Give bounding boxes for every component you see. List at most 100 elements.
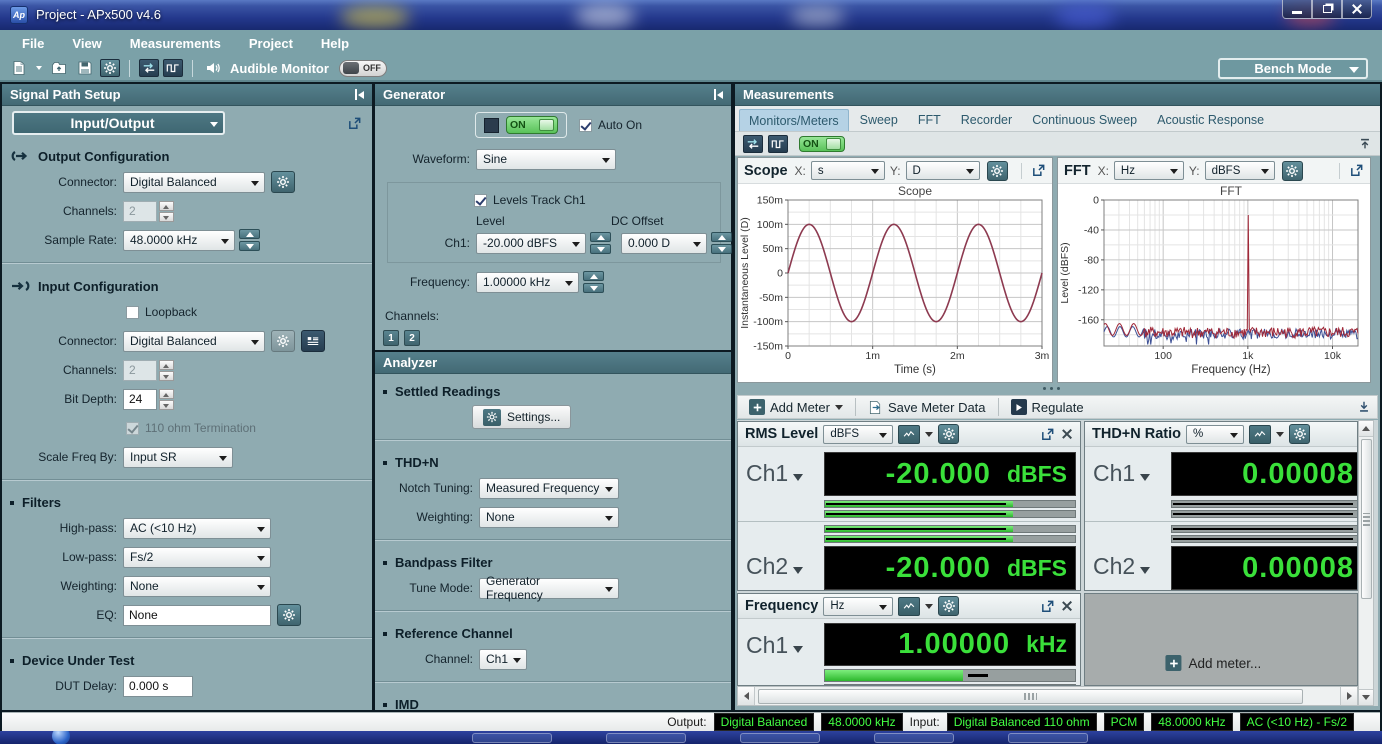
signal-path-button[interactable] [139, 59, 159, 77]
fft-settings-button[interactable] [1282, 161, 1303, 181]
frequency-unit-dropdown[interactable]: Hz [823, 597, 893, 616]
taskbar-button[interactable] [874, 733, 954, 743]
fft-x-unit-dropdown[interactable]: Hz [1114, 161, 1184, 180]
rms-unit-dropdown[interactable]: dBFS [823, 425, 893, 444]
meter-style-button[interactable] [898, 425, 920, 444]
add-meter-tile-button[interactable]: Add meter... [1165, 655, 1261, 671]
taskbar-button[interactable] [1008, 733, 1088, 743]
generator-stop-button[interactable] [484, 118, 499, 133]
frequency-dropdown[interactable]: 1.00000 kHz [476, 272, 579, 293]
analyzer-weighting-dropdown[interactable]: None [479, 507, 619, 528]
eq-settings-button[interactable] [277, 604, 301, 626]
popout-icon[interactable] [347, 116, 362, 131]
dc-offset-stepper[interactable] [711, 232, 732, 254]
fft-y-unit-dropdown[interactable]: dBFS [1205, 161, 1275, 180]
scroll-down-button[interactable] [1359, 689, 1373, 705]
frequency-ch1-selector[interactable]: Ch1 [746, 632, 803, 659]
rms-ch1-selector[interactable]: Ch1 [746, 460, 803, 487]
settings-gear-button[interactable] [100, 59, 120, 77]
input-connector-settings-button[interactable] [271, 330, 295, 352]
waveform-icon[interactable] [768, 135, 788, 153]
scroll-right-button[interactable] [1340, 687, 1357, 705]
notch-tuning-dropdown[interactable]: Measured Frequency [479, 478, 619, 499]
save-project-button[interactable] [74, 58, 96, 78]
rms-close-icon[interactable] [1060, 428, 1073, 441]
monitors-on-toggle[interactable]: ON [799, 136, 845, 152]
channel-1-button[interactable]: 1 [383, 330, 399, 346]
scope-settings-button[interactable] [987, 161, 1008, 181]
taskbar-button[interactable] [606, 733, 686, 743]
fft-popout-icon[interactable] [1349, 163, 1364, 178]
channel-2-button[interactable]: 2 [404, 330, 420, 346]
tab-continuous-sweep[interactable]: Continuous Sweep [1023, 109, 1146, 131]
menu-help[interactable]: Help [321, 36, 349, 51]
frequency-stepper[interactable] [583, 271, 604, 293]
thdn-ch1-selector[interactable]: Ch1 [1093, 460, 1150, 487]
meter-style-button[interactable] [898, 597, 920, 616]
taskbar-button[interactable] [472, 733, 552, 743]
levels-track-checkbox[interactable] [474, 194, 487, 207]
frequency-close-icon[interactable] [1060, 600, 1073, 613]
tune-mode-dropdown[interactable]: Generator Frequency [479, 578, 619, 599]
meter-style-button[interactable] [1249, 425, 1271, 444]
thdn-unit-dropdown[interactable]: % [1186, 425, 1244, 444]
frequency-popout-icon[interactable] [1040, 599, 1055, 614]
settled-readings-settings-button[interactable]: Settings... [472, 405, 571, 429]
chevron-down-icon[interactable] [36, 66, 42, 70]
level-stepper[interactable] [590, 232, 611, 254]
scrollbar-thumb[interactable] [1361, 439, 1372, 599]
menu-project[interactable]: Project [249, 36, 293, 51]
tab-acoustic-response[interactable]: Acoustic Response [1148, 109, 1273, 131]
restore-button[interactable] [1312, 0, 1342, 19]
menu-view[interactable]: View [72, 36, 101, 51]
eq-input[interactable]: None [123, 605, 271, 626]
pin-down-icon[interactable] [1357, 400, 1371, 414]
tab-monitors-meters[interactable]: Monitors/Meters [739, 109, 849, 131]
close-button[interactable] [1342, 0, 1372, 19]
rms-settings-button[interactable] [938, 424, 959, 444]
scope-popout-icon[interactable] [1031, 163, 1046, 178]
splitter-handle[interactable] [1043, 387, 1060, 390]
start-button[interactable] [52, 731, 70, 744]
sample-rate-dropdown[interactable]: 48.0000 kHz [123, 230, 235, 251]
frequency-settings-button[interactable] [938, 596, 959, 616]
output-connector-dropdown[interactable]: Digital Balanced [123, 172, 265, 193]
tab-recorder[interactable]: Recorder [952, 109, 1021, 131]
sample-rate-stepper[interactable] [239, 229, 260, 251]
taskbar-button[interactable] [740, 733, 820, 743]
thdn-ch2-selector[interactable]: Ch2 [1093, 553, 1150, 580]
speaker-icon[interactable] [202, 58, 224, 78]
save-meter-data-button[interactable]: Save Meter Data [863, 398, 991, 417]
scroll-left-button[interactable] [738, 687, 755, 705]
signal-path-icon[interactable] [743, 135, 763, 153]
audible-monitor-toggle[interactable]: OFF [339, 60, 387, 77]
rms-ch2-selector[interactable]: Ch2 [746, 553, 803, 580]
tab-sweep[interactable]: Sweep [851, 109, 907, 131]
level-dropdown[interactable]: -20.000 dBFS [476, 233, 586, 254]
waveform-dropdown[interactable]: Sine [476, 149, 616, 170]
dc-offset-dropdown[interactable]: 0.000 D [621, 233, 707, 254]
reference-channel-dropdown[interactable]: Ch1 [479, 649, 527, 670]
scope-x-unit-dropdown[interactable]: s [811, 161, 885, 180]
scroll-up-button[interactable] [1359, 421, 1373, 437]
rms-popout-icon[interactable] [1040, 427, 1055, 442]
weighting-dropdown[interactable]: None [123, 576, 271, 597]
open-project-button[interactable] [48, 58, 70, 78]
add-meter-button[interactable]: Add Meter [744, 397, 848, 417]
thdn-settings-button[interactable] [1289, 424, 1310, 444]
bit-depth-stepper[interactable] [159, 389, 174, 410]
mode-selector-dropdown[interactable]: Input/Output [12, 111, 225, 135]
loopback-checkbox[interactable] [126, 306, 139, 319]
scope-y-unit-dropdown[interactable]: D [906, 161, 980, 180]
output-connector-settings-button[interactable] [271, 171, 295, 193]
dut-delay-input[interactable]: 0.000 s [123, 676, 193, 697]
regulate-button[interactable]: Regulate [1006, 397, 1089, 417]
low-pass-dropdown[interactable]: Fs/2 [123, 547, 271, 568]
tab-fft[interactable]: FFT [909, 109, 950, 131]
generator-on-toggle[interactable]: ON [506, 116, 558, 134]
input-connector-dropdown[interactable]: Digital Balanced [123, 331, 265, 352]
generator-waveform-button[interactable] [163, 59, 183, 77]
collapse-up-icon[interactable] [1358, 137, 1372, 151]
scrollbar-thumb[interactable] [758, 689, 1303, 704]
collapse-panel-icon[interactable] [714, 89, 723, 100]
